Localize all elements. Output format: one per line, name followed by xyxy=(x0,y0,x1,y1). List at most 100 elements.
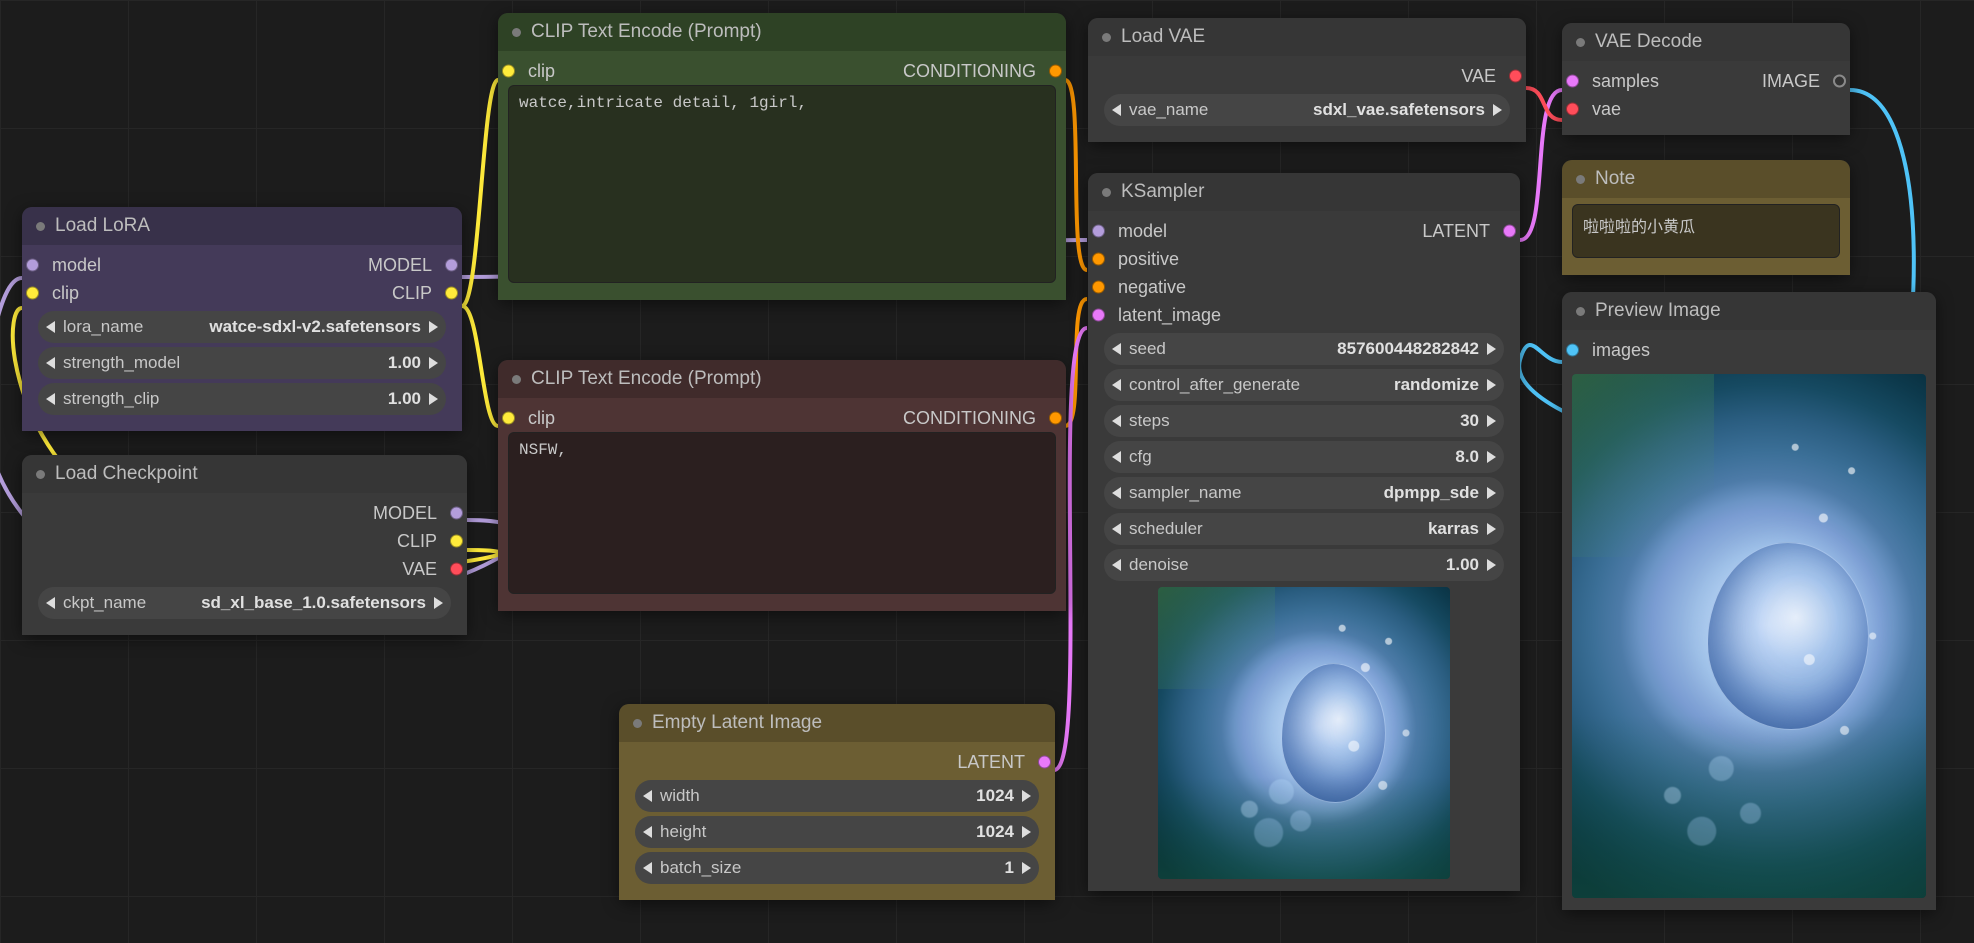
chevron-left-icon[interactable] xyxy=(46,321,55,333)
widget-cfg[interactable]: cfg8.0 xyxy=(1104,441,1504,473)
widget-lora-name[interactable]: lora_name watce-sdxl-v2.safetensors xyxy=(38,311,446,343)
chevron-right-icon[interactable] xyxy=(1487,415,1496,427)
collapse-dot-icon[interactable] xyxy=(1576,175,1585,184)
node-preview-image[interactable]: Preview Image images xyxy=(1562,292,1936,910)
input-model[interactable]: model xyxy=(1098,217,1304,245)
collapse-dot-icon[interactable] xyxy=(1576,307,1585,316)
chevron-left-icon[interactable] xyxy=(46,357,55,369)
widget-strength-clip[interactable]: strength_clip 1.00 xyxy=(38,383,446,415)
chevron-right-icon[interactable] xyxy=(1487,343,1496,355)
node-clip-text-encode-positive[interactable]: CLIP Text Encode (Prompt) clip CONDITION… xyxy=(498,13,1066,300)
collapse-dot-icon[interactable] xyxy=(1102,33,1111,42)
widget-vae-name[interactable]: vae_namesdxl_vae.safetensors xyxy=(1104,94,1510,126)
node-title[interactable]: CLIP Text Encode (Prompt) xyxy=(498,13,1066,51)
chevron-left-icon[interactable] xyxy=(1112,415,1121,427)
note-input[interactable] xyxy=(1572,204,1840,258)
widget-width[interactable]: width1024 xyxy=(635,780,1039,812)
chevron-right-icon[interactable] xyxy=(1487,487,1496,499)
chevron-left-icon[interactable] xyxy=(1112,104,1121,116)
collapse-dot-icon[interactable] xyxy=(1102,188,1111,197)
output-latent[interactable]: LATENT xyxy=(1304,217,1510,245)
chevron-left-icon[interactable] xyxy=(46,597,55,609)
chevron-right-icon[interactable] xyxy=(429,393,438,405)
input-clip[interactable]: clip xyxy=(508,57,782,85)
widget-denoise[interactable]: denoise1.00 xyxy=(1104,549,1504,581)
node-note[interactable]: Note xyxy=(1562,160,1850,275)
chevron-left-icon[interactable] xyxy=(643,862,652,874)
widget-seed[interactable]: seed857600448282842 xyxy=(1104,333,1504,365)
widget-height[interactable]: height1024 xyxy=(635,816,1039,848)
output-clip[interactable]: CLIP xyxy=(242,279,452,307)
output-conditioning[interactable]: CONDITIONING xyxy=(782,404,1056,432)
node-title[interactable]: Load Checkpoint xyxy=(22,455,467,493)
output-image[interactable]: IMAGE xyxy=(1706,67,1840,95)
node-title[interactable]: Load VAE xyxy=(1088,18,1526,56)
chevron-left-icon[interactable] xyxy=(46,393,55,405)
widget-steps[interactable]: steps30 xyxy=(1104,405,1504,437)
chevron-left-icon[interactable] xyxy=(1112,451,1121,463)
chevron-left-icon[interactable] xyxy=(1112,523,1121,535)
input-negative[interactable]: negative xyxy=(1098,273,1304,301)
input-clip[interactable]: clip xyxy=(508,404,782,432)
chevron-left-icon[interactable] xyxy=(643,826,652,838)
input-vae[interactable]: vae xyxy=(1572,95,1706,123)
output-vae[interactable]: VAE xyxy=(32,555,457,583)
prompt-input[interactable] xyxy=(508,85,1056,283)
widget-scheduler[interactable]: schedulerkarras xyxy=(1104,513,1504,545)
output-model[interactable]: MODEL xyxy=(242,251,452,279)
chevron-right-icon[interactable] xyxy=(429,321,438,333)
output-vae[interactable]: VAE xyxy=(1098,62,1516,90)
chevron-right-icon[interactable] xyxy=(429,357,438,369)
node-title[interactable]: VAE Decode xyxy=(1562,23,1850,61)
input-images[interactable]: images xyxy=(1572,336,1926,364)
node-clip-text-encode-negative[interactable]: CLIP Text Encode (Prompt) clip CONDITION… xyxy=(498,360,1066,611)
node-title[interactable]: CLIP Text Encode (Prompt) xyxy=(498,360,1066,398)
chevron-right-icon[interactable] xyxy=(1022,826,1031,838)
output-latent[interactable]: LATENT xyxy=(629,748,1045,776)
chevron-right-icon[interactable] xyxy=(1487,451,1496,463)
chevron-left-icon[interactable] xyxy=(1112,379,1121,391)
chevron-right-icon[interactable] xyxy=(1487,379,1496,391)
chevron-right-icon[interactable] xyxy=(1487,559,1496,571)
chevron-left-icon[interactable] xyxy=(1112,343,1121,355)
widget-strength-model[interactable]: strength_model 1.00 xyxy=(38,347,446,379)
node-load-vae[interactable]: Load VAE VAE vae_namesdxl_vae.safetensor… xyxy=(1088,18,1526,142)
collapse-dot-icon[interactable] xyxy=(512,28,521,37)
collapse-dot-icon[interactable] xyxy=(36,470,45,479)
chevron-right-icon[interactable] xyxy=(1022,862,1031,874)
widget-sampler-name[interactable]: sampler_namedpmpp_sde xyxy=(1104,477,1504,509)
input-clip[interactable]: clip xyxy=(32,279,242,307)
output-conditioning[interactable]: CONDITIONING xyxy=(782,57,1056,85)
node-title[interactable]: Load LoRA xyxy=(22,207,462,245)
chevron-left-icon[interactable] xyxy=(1112,559,1121,571)
collapse-dot-icon[interactable] xyxy=(633,719,642,728)
input-positive[interactable]: positive xyxy=(1098,245,1304,273)
chevron-right-icon[interactable] xyxy=(1487,523,1496,535)
input-samples[interactable]: samples xyxy=(1572,67,1706,95)
node-title[interactable]: Note xyxy=(1562,160,1850,198)
chevron-right-icon[interactable] xyxy=(1022,790,1031,802)
node-ksampler[interactable]: KSampler model positive negative latent_… xyxy=(1088,173,1520,891)
chevron-left-icon[interactable] xyxy=(1112,487,1121,499)
chevron-right-icon[interactable] xyxy=(434,597,443,609)
output-clip[interactable]: CLIP xyxy=(32,527,457,555)
node-title[interactable]: KSampler xyxy=(1088,173,1520,211)
node-title[interactable]: Empty Latent Image xyxy=(619,704,1055,742)
chevron-left-icon[interactable] xyxy=(643,790,652,802)
input-latent-image[interactable]: latent_image xyxy=(1098,301,1304,329)
widget-batch-size[interactable]: batch_size1 xyxy=(635,852,1039,884)
input-model[interactable]: model xyxy=(32,251,242,279)
node-load-checkpoint[interactable]: Load Checkpoint MODEL CLIP VAE ckpt_name… xyxy=(22,455,467,635)
node-load-lora[interactable]: Load LoRA model clip MODEL CLIP lora_nam… xyxy=(22,207,462,431)
node-empty-latent-image[interactable]: Empty Latent Image LATENT width1024 heig… xyxy=(619,704,1055,900)
prompt-input[interactable] xyxy=(508,432,1056,594)
collapse-dot-icon[interactable] xyxy=(36,222,45,231)
output-model[interactable]: MODEL xyxy=(32,499,457,527)
node-vae-decode[interactable]: VAE Decode samples vae IMAGE xyxy=(1562,23,1850,135)
widget-ckpt-name[interactable]: ckpt_name sd_xl_base_1.0.safetensors xyxy=(38,587,451,619)
node-title[interactable]: Preview Image xyxy=(1562,292,1936,330)
chevron-right-icon[interactable] xyxy=(1493,104,1502,116)
collapse-dot-icon[interactable] xyxy=(1576,38,1585,47)
widget-control-after-generate[interactable]: control_after_generaterandomize xyxy=(1104,369,1504,401)
collapse-dot-icon[interactable] xyxy=(512,375,521,384)
